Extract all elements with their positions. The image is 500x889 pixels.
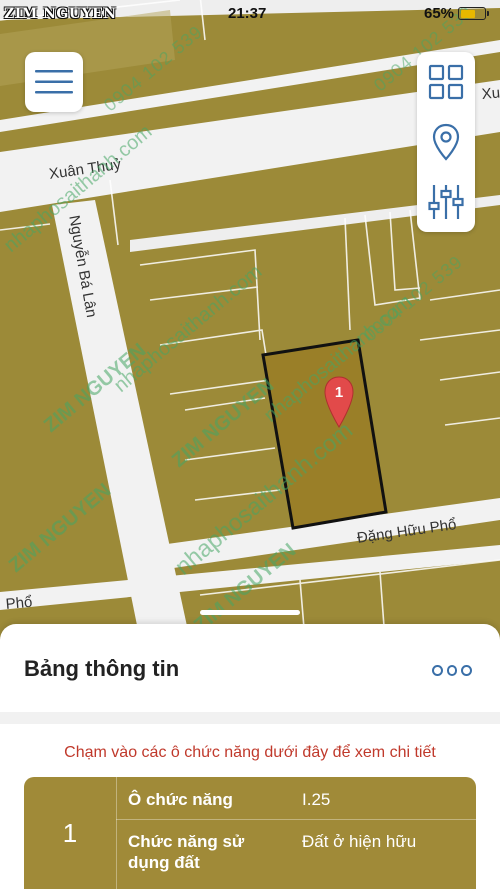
info-label-function-cell: Ô chức năng (128, 790, 233, 809)
my-location-button[interactable] (417, 112, 475, 172)
row-index: 1 (62, 817, 78, 848)
home-indicator (200, 610, 300, 615)
more-icon (446, 664, 458, 676)
row-divider (116, 819, 476, 820)
carrier-name: ZIM NGUYEN (4, 6, 117, 22)
hamburger-icon (35, 70, 73, 94)
marker-label: 1 (334, 384, 344, 401)
info-label-land-use: Chức năng sử dụng đất (128, 832, 245, 872)
filter-button[interactable] (417, 172, 475, 232)
battery-percent: 65% (424, 5, 455, 22)
info-value-function-cell: I.25 (302, 790, 331, 809)
info-table[interactable]: 1 Ô chức năng I.25 Chức năng sử dụng đất… (24, 777, 476, 889)
more-button[interactable] (432, 660, 473, 680)
street-label-xu: Xu (481, 84, 500, 103)
battery-icon (458, 7, 490, 20)
parcel-marker[interactable]: 1 (324, 376, 354, 428)
map-tools-panel (417, 52, 475, 232)
more-icon (432, 664, 443, 676)
info-sheet: Bảng thông tin Chạm vào các ô chức năng … (0, 624, 500, 889)
sheet-title: Bảng thông tin (24, 656, 180, 681)
menu-button[interactable] (25, 52, 83, 112)
grid-icon (428, 64, 464, 100)
status-time: 21:37 (228, 5, 267, 22)
status-bar: ZIM NGUYEN 21:37 65% (0, 0, 500, 30)
battery-status: 65% (424, 5, 490, 22)
sheet-divider (0, 712, 500, 724)
location-pin-icon (432, 123, 460, 161)
street-label-pho: Phổ (5, 593, 34, 613)
info-value-land-use: Đất ở hiện hữu (302, 832, 417, 851)
more-icon (461, 664, 473, 676)
layers-button[interactable] (417, 52, 475, 112)
hint-text: Chạm vào các ô chức năng dưới đây để xem… (64, 744, 436, 761)
column-divider (116, 777, 117, 889)
sliders-icon (428, 185, 464, 219)
